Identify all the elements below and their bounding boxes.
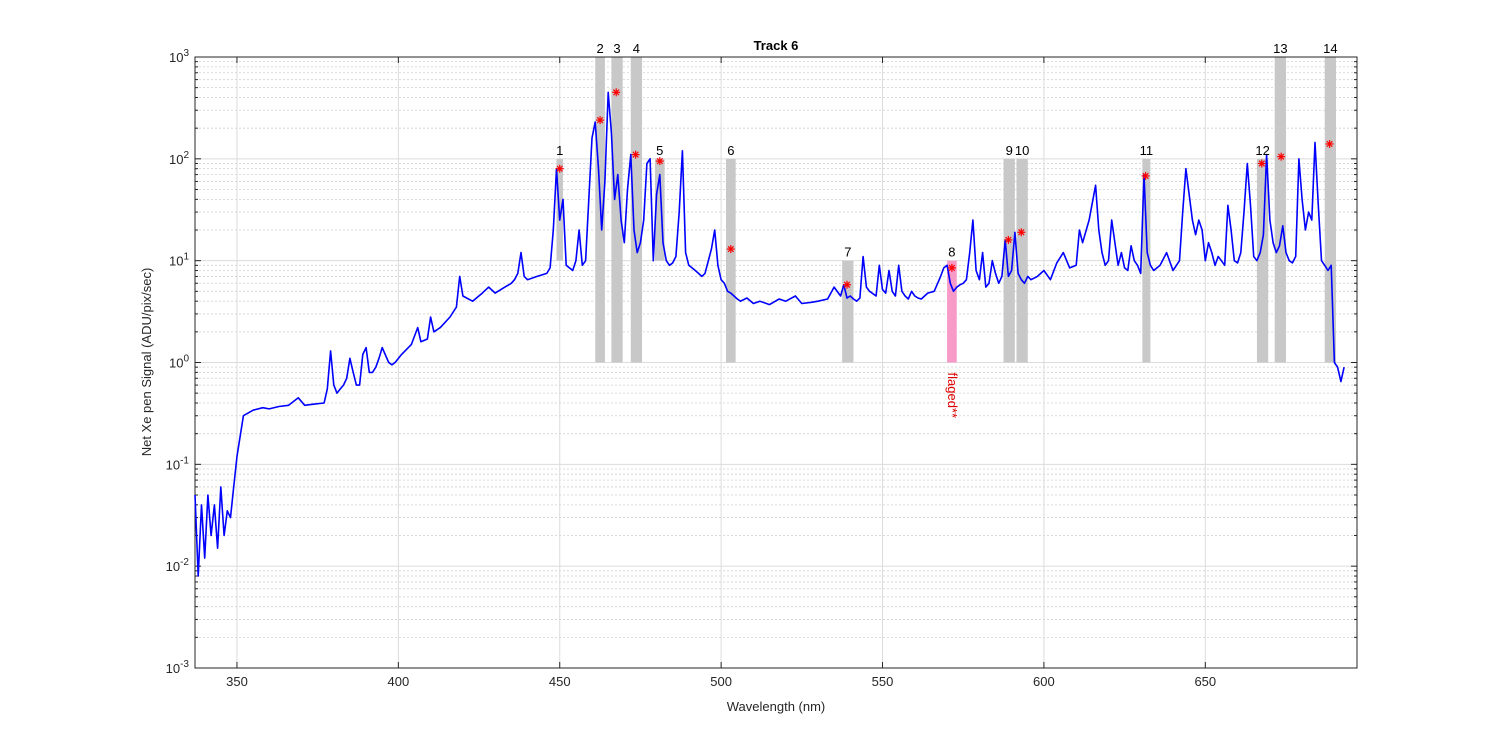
peak-marker xyxy=(726,245,735,254)
band-label: 9 xyxy=(1006,143,1013,158)
x-tick-label: 450 xyxy=(549,674,571,689)
x-tick-label: 650 xyxy=(1194,674,1216,689)
peak-marker xyxy=(655,157,664,166)
series-line xyxy=(194,91,1345,577)
y-tick-label: 103 xyxy=(169,48,189,65)
band-label: 12 xyxy=(1255,143,1269,158)
y-tick-label: 102 xyxy=(169,150,189,167)
band-label: 10 xyxy=(1015,143,1029,158)
y-axis-label: Net Xe pen Signal (ADU/pix/sec) xyxy=(139,268,154,457)
peak-band xyxy=(725,158,736,363)
peak-band xyxy=(1274,57,1286,363)
band-label: 14 xyxy=(1323,41,1337,56)
band-label: 4 xyxy=(633,41,640,56)
band-label: 13 xyxy=(1273,41,1287,56)
x-tick-label: 400 xyxy=(387,674,409,689)
band-label: 3 xyxy=(613,41,620,56)
band-label: 11 xyxy=(1140,143,1154,158)
peak-band xyxy=(1256,158,1269,363)
tick-labels: 350 400 450 500 550 600 65010-310-210-11001011… xyxy=(166,48,1217,689)
grid xyxy=(195,56,1357,669)
peak-marker xyxy=(1141,171,1150,180)
x-tick-label: 600 xyxy=(1033,674,1055,689)
peak-marker xyxy=(1277,152,1286,161)
flag-annotation: flaged** xyxy=(945,373,960,419)
band-label: 7 xyxy=(844,245,851,260)
band-label: 6 xyxy=(727,143,734,158)
y-tick-label: 10-3 xyxy=(166,659,190,676)
peak-marker xyxy=(843,280,852,289)
x-tick-label: 350 xyxy=(226,674,248,689)
peak-marker xyxy=(1004,235,1013,244)
band-label: 1 xyxy=(556,143,563,158)
peak-marker xyxy=(631,150,640,159)
peak-marker xyxy=(947,263,956,272)
band-label: 2 xyxy=(596,41,603,56)
y-tick-label: 10-1 xyxy=(166,455,190,472)
peak-band xyxy=(1324,57,1337,363)
band-label: 8 xyxy=(948,245,955,260)
x-axis-label: Wavelength (nm) xyxy=(727,699,826,714)
x-tick-label: 500 xyxy=(710,674,732,689)
peak-band xyxy=(842,260,854,363)
chart-title: Track 6 xyxy=(754,38,799,53)
band-label: 5 xyxy=(656,143,663,158)
peak-bands xyxy=(556,57,1337,363)
y-tick-label: 100 xyxy=(169,354,189,371)
x-tick-label: 550 xyxy=(872,674,894,689)
y-tick-label: 101 xyxy=(169,252,189,269)
line-chart: Track 6 12 3 45 67 89 10 11 1213 14flaged** 350 4… xyxy=(139,38,1358,714)
y-tick-label: 10-2 xyxy=(166,557,190,574)
peak-band xyxy=(1016,158,1028,363)
